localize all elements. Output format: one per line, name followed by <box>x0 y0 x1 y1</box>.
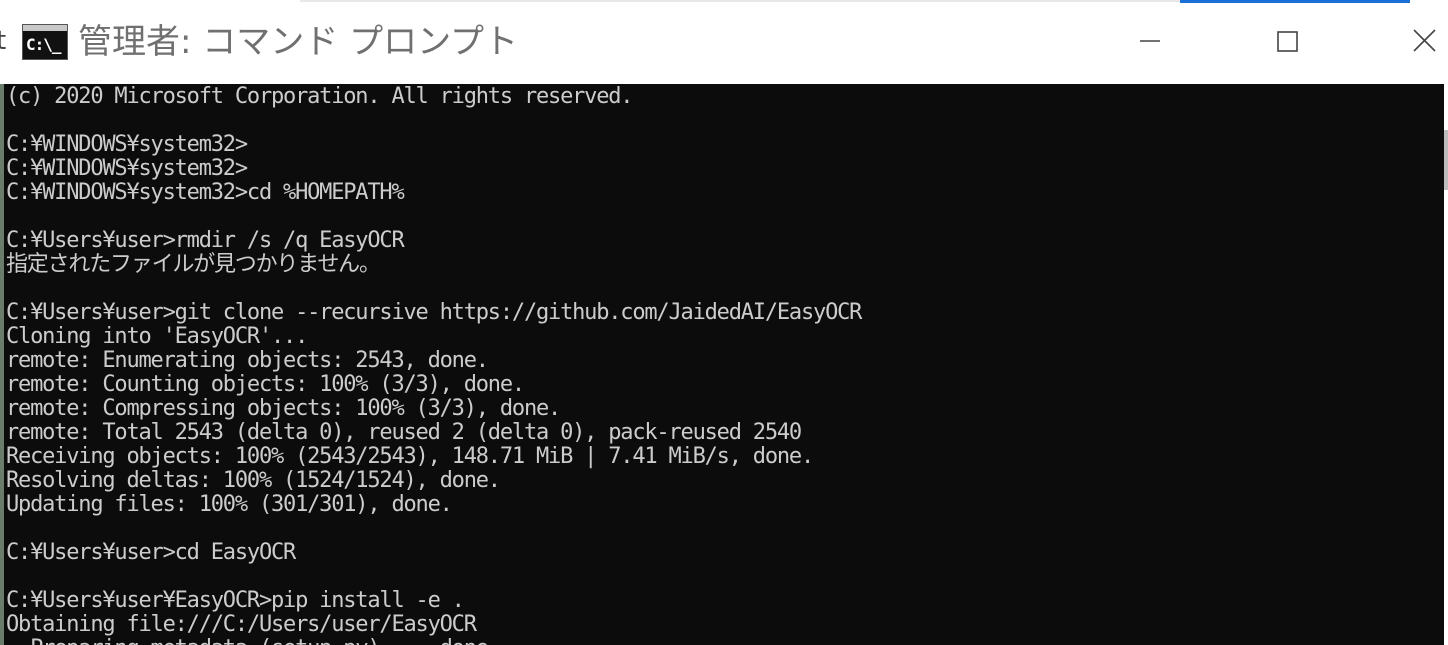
console-line: C:¥Users¥user>git clone --recursive http… <box>6 300 862 325</box>
minimize-icon <box>1140 40 1160 42</box>
console-line: (c) 2020 Microsoft Corporation. All righ… <box>6 84 634 109</box>
close-icon <box>1413 29 1436 52</box>
console-lines: (c) 2020 Microsoft Corporation. All righ… <box>6 84 862 645</box>
close-button[interactable] <box>1402 22 1446 62</box>
console-output[interactable]: (c) 2020 Microsoft Corporation. All righ… <box>4 84 1444 645</box>
console-line: Cloning into 'EasyOCR'... <box>6 324 308 349</box>
title-bar[interactable]: t C:\_ 管理者: コマンド プロンプト <box>0 0 1448 84</box>
scrollbar-thumb[interactable] <box>1444 130 1448 190</box>
icon-title-strip <box>23 25 67 31</box>
icon-label: C:\_ <box>26 35 62 54</box>
console-line: Updating files: 100% (301/301), done. <box>6 492 453 517</box>
console-line: Receiving objects: 100% (2543/2543), 148… <box>6 444 814 469</box>
console-line: remote: Compressing objects: 100% (3/3),… <box>6 396 561 421</box>
console-line: remote: Counting objects: 100% (3/3), do… <box>6 372 525 397</box>
console-line: 指定されたファイルが見つかりません。 <box>6 252 381 277</box>
console-line: C:¥WINDOWS¥system32> <box>6 132 248 157</box>
console-line: C:¥Users¥user>rmdir /s /q EasyOCR <box>6 228 405 253</box>
console-line: C:¥Users¥user¥EasyOCR>pip install -e . <box>6 588 465 613</box>
offscreen-glyph: t <box>0 26 7 56</box>
console-line: C:¥WINDOWS¥system32>cd %HOMEPATH% <box>6 180 405 205</box>
window-title: 管理者: コマンド プロンプト <box>78 22 519 62</box>
top-edge <box>300 0 1180 2</box>
console-line: Obtaining file:///C:/Users/user/EasyOCR <box>6 612 477 637</box>
maximize-button[interactable] <box>1265 22 1309 62</box>
console-line: C:¥WINDOWS¥system32> <box>6 156 248 181</box>
console-line: remote: Total 2543 (delta 0), reused 2 (… <box>6 420 802 445</box>
cmd-app-icon[interactable]: C:\_ <box>22 24 68 60</box>
console-line: C:¥Users¥user>cd EasyOCR <box>6 540 296 565</box>
command-prompt-window: t C:\_ 管理者: コマンド プロンプト (c) 2020 Microsof… <box>0 0 1448 645</box>
maximize-icon <box>1277 31 1298 52</box>
minimize-button[interactable] <box>1128 22 1172 62</box>
accent-strip <box>1180 0 1410 3</box>
console-line: remote: Enumerating objects: 2543, done. <box>6 348 489 373</box>
console-line: Preparing metadata (setup.py) ... done <box>6 637 861 645</box>
console-line: Resolving deltas: 100% (1524/1524), done… <box>6 468 501 493</box>
